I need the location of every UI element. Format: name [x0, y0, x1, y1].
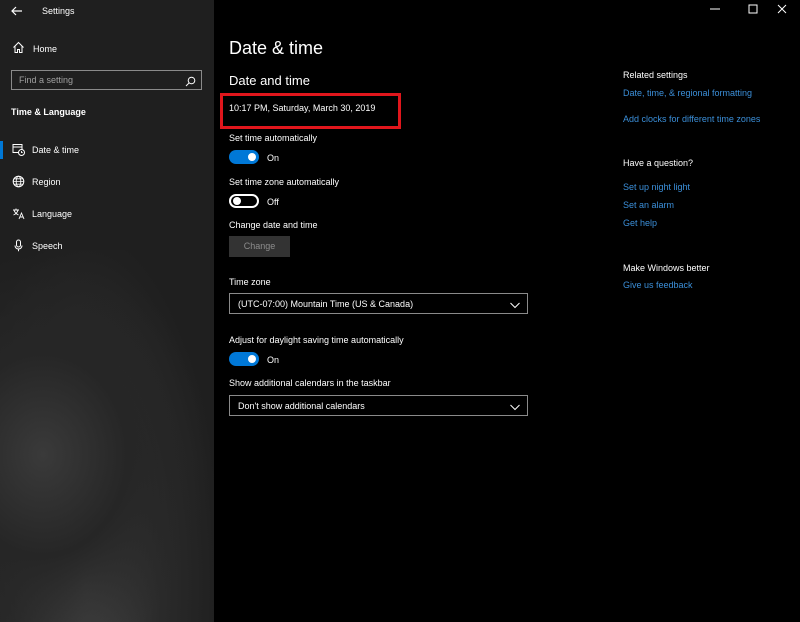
sidebar-item-date-time[interactable]: Date & time	[0, 138, 214, 162]
time-zone-select[interactable]: (UTC-07:00) Mountain Time (US & Canada)	[229, 293, 528, 314]
daylight-saving-toggle[interactable]	[229, 352, 259, 366]
set-time-auto-toggle[interactable]	[229, 150, 259, 164]
night-light-link[interactable]: Set up night light	[623, 182, 690, 192]
question-heading: Have a question?	[623, 158, 694, 168]
set-timezone-auto-state: Off	[267, 197, 279, 207]
globe-icon	[12, 175, 25, 188]
search-box	[11, 70, 202, 90]
set-timezone-auto-toggle[interactable]	[229, 194, 259, 208]
sidebar-item-region[interactable]: Region	[0, 170, 214, 194]
related-settings-heading: Related settings	[623, 70, 688, 80]
section-title: Date and time	[229, 73, 310, 88]
back-arrow-icon[interactable]	[10, 4, 26, 20]
current-datetime: 10:17 PM, Saturday, March 30, 2019	[229, 103, 376, 113]
search-input[interactable]	[12, 71, 182, 89]
regional-formatting-link[interactable]: Date, time, & regional formatting	[623, 88, 752, 98]
daylight-saving-state: On	[267, 355, 280, 365]
chevron-down-icon	[509, 298, 521, 310]
set-time-auto-label: Set time automatically	[229, 133, 318, 143]
sidebar-item-label: Date & time	[32, 145, 80, 155]
time-zone-label: Time zone	[229, 277, 271, 287]
language-icon	[12, 207, 25, 220]
sidebar-item-label: Language	[32, 209, 73, 219]
sidebar-section-title: Time & Language	[11, 107, 86, 117]
calendar-clock-icon	[12, 143, 25, 156]
close-icon[interactable]	[775, 4, 789, 18]
sidebar-item-language[interactable]: Language	[0, 202, 214, 226]
search-icon[interactable]	[185, 74, 196, 87]
title-bar: Settings	[0, 0, 214, 24]
sidebar-background	[0, 250, 214, 622]
sidebar-item-label: Speech	[32, 241, 63, 251]
microphone-icon	[12, 239, 25, 252]
sidebar-item-label: Home	[33, 44, 58, 54]
change-button[interactable]: Change	[229, 236, 290, 257]
home-icon	[12, 41, 25, 54]
time-zone-value: (UTC-07:00) Mountain Time (US & Canada)	[238, 299, 414, 309]
get-help-link[interactable]: Get help	[623, 218, 657, 228]
sidebar-item-label: Region	[32, 177, 61, 187]
make-windows-better-heading: Make Windows better	[623, 263, 710, 273]
add-clocks-link[interactable]: Add clocks for different time zones	[623, 114, 760, 124]
additional-calendars-label: Show additional calendars in the taskbar	[229, 378, 391, 388]
page-title: Date & time	[229, 38, 324, 58]
set-alarm-link[interactable]: Set an alarm	[623, 200, 674, 210]
sidebar: Settings Home Time & Language Date & tim…	[0, 0, 214, 622]
sidebar-item-home[interactable]: Home	[0, 38, 214, 60]
set-timezone-auto-label: Set time zone automatically	[229, 177, 340, 187]
sidebar-item-speech[interactable]: Speech	[0, 234, 214, 258]
chevron-down-icon	[509, 400, 521, 412]
feedback-link[interactable]: Give us feedback	[623, 280, 693, 290]
additional-calendars-value: Don't show additional calendars	[238, 401, 365, 411]
app-title: Settings	[42, 6, 75, 16]
minimize-icon[interactable]	[708, 4, 722, 18]
change-date-time-label: Change date and time	[229, 220, 318, 230]
set-time-auto-state: On	[267, 153, 280, 163]
maximize-icon[interactable]	[746, 4, 760, 18]
additional-calendars-select[interactable]: Don't show additional calendars	[229, 395, 528, 416]
daylight-saving-label: Adjust for daylight saving time automati…	[229, 335, 404, 345]
